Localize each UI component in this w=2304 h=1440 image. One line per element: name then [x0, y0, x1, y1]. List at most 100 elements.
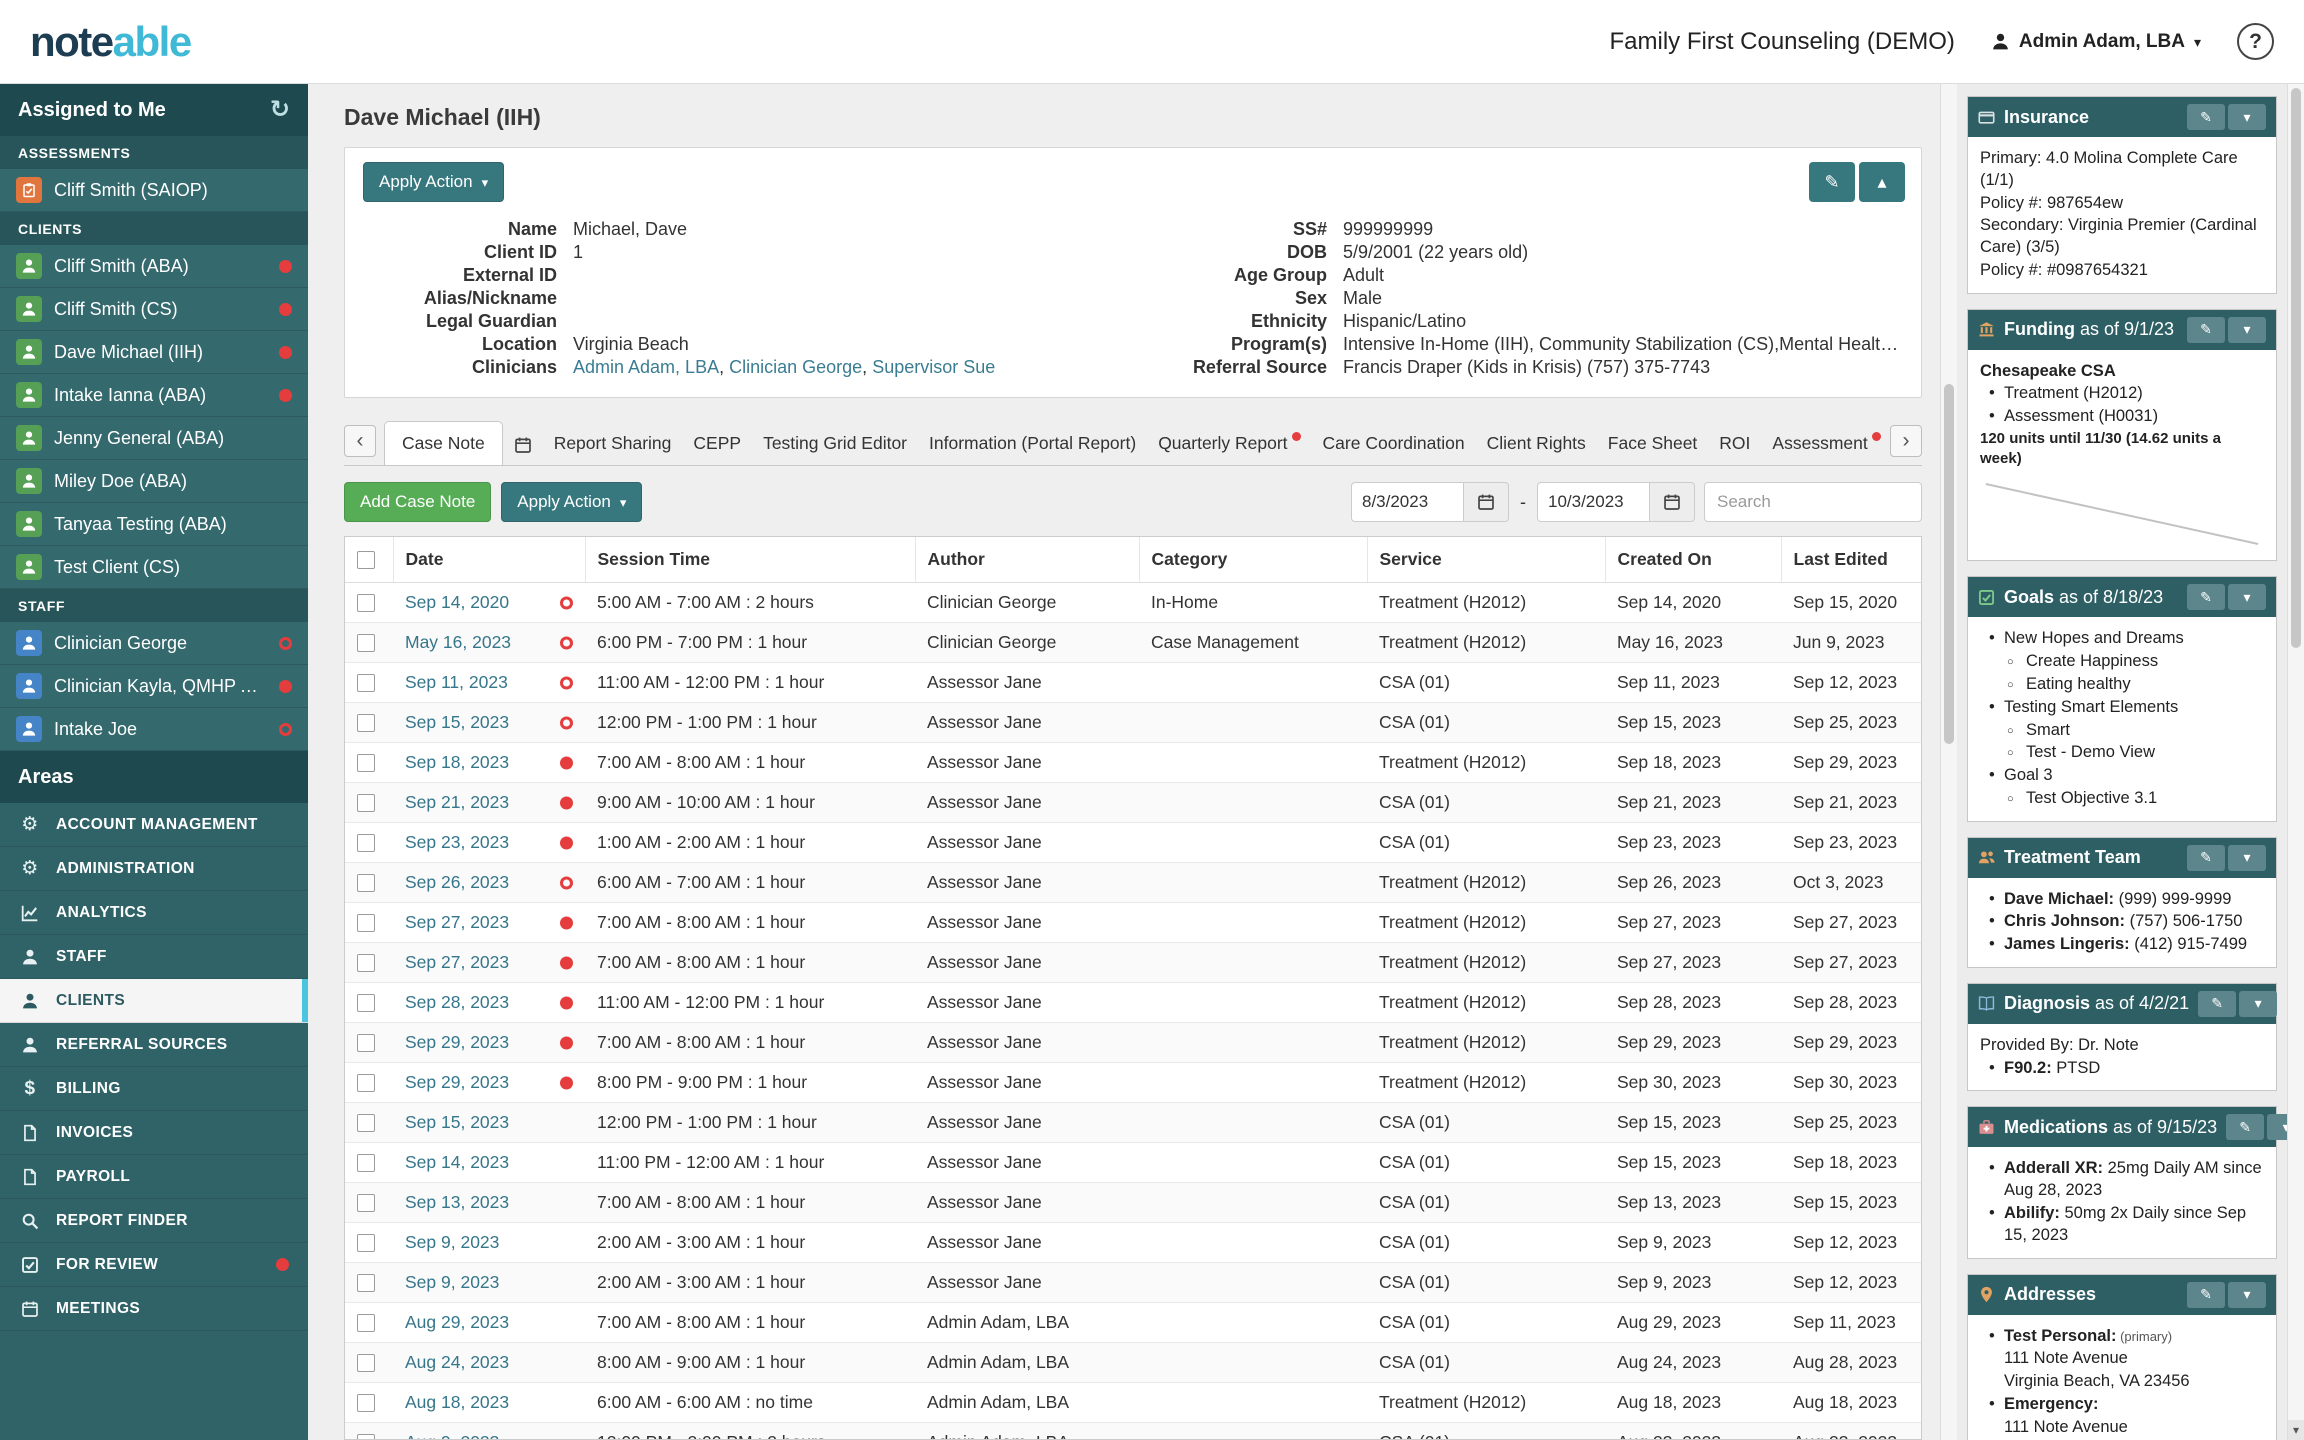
case-note-date-link[interactable]: Sep 28, 2023 [405, 992, 509, 1012]
case-note-date-link[interactable]: Sep 9, 2023 [405, 1232, 499, 1252]
tab-assessment[interactable]: Assessment [1761, 422, 1884, 465]
case-note-date-link[interactable]: Sep 11, 2023 [405, 672, 508, 692]
tab-quarterly-report[interactable]: Quarterly Report [1147, 422, 1311, 465]
table-row[interactable]: Sep 28, 202311:00 AM - 12:00 PM : 1 hour… [345, 983, 1921, 1023]
edit-button[interactable]: ✎ [2187, 1282, 2225, 1308]
apply-action-button[interactable]: Apply Action ▾ [363, 162, 504, 202]
clinician-link[interactable]: Supervisor Sue [872, 357, 995, 377]
table-row[interactable]: Sep 26, 20236:00 AM - 7:00 AM : 1 hourAs… [345, 863, 1921, 903]
tab-roi[interactable]: ROI [1708, 422, 1761, 465]
row-checkbox[interactable] [357, 634, 375, 652]
clinician-link[interactable]: Clinician George [729, 357, 862, 377]
edit-button[interactable]: ✎ [2187, 845, 2225, 871]
date-from-input[interactable] [1351, 482, 1463, 522]
case-note-date-link[interactable]: Sep 23, 2023 [405, 832, 509, 852]
panel-header-goals[interactable]: Goals as of 8/18/23✎▾ [1968, 577, 2276, 617]
sidebar-area-payroll[interactable]: PAYROLL [0, 1155, 308, 1199]
case-note-date-link[interactable]: Aug 18, 2023 [405, 1392, 509, 1412]
row-checkbox[interactable] [357, 994, 375, 1012]
sidebar-area-meetings[interactable]: MEETINGS [0, 1287, 308, 1331]
right-scrollbar[interactable]: ▾ [2287, 84, 2304, 1440]
case-note-date-link[interactable]: Sep 29, 2023 [405, 1032, 509, 1052]
case-note-date-link[interactable]: Sep 26, 2023 [405, 872, 509, 892]
table-row[interactable]: Sep 27, 20237:00 AM - 8:00 AM : 1 hourAs… [345, 943, 1921, 983]
table-row[interactable]: Sep 13, 20237:00 AM - 8:00 AM : 1 hourAs… [345, 1183, 1921, 1223]
tab-calendar[interactable] [503, 425, 543, 465]
help-button[interactable]: ? [2237, 23, 2274, 60]
tab-face-sheet[interactable]: Face Sheet [1597, 422, 1709, 465]
sidebar-item-cliff-smith-cs[interactable]: Cliff Smith (CS) [0, 288, 308, 331]
table-row[interactable]: Sep 9, 20232:00 AM - 3:00 AM : 1 hourAss… [345, 1263, 1921, 1303]
case-note-date-link[interactable]: Aug 9, 2023 [405, 1432, 499, 1440]
row-checkbox[interactable] [357, 1074, 375, 1092]
row-checkbox[interactable] [357, 1154, 375, 1172]
table-row[interactable]: Aug 9, 202312:00 PM - 2:00 PM : 2 hoursA… [345, 1423, 1921, 1440]
table-row[interactable]: Sep 21, 20239:00 AM - 10:00 AM : 1 hourA… [345, 783, 1921, 823]
sidebar-area-invoices[interactable]: INVOICES [0, 1111, 308, 1155]
sidebar-item-clinician-george[interactable]: Clinician George [0, 622, 308, 665]
column-header-session-time[interactable]: Session Time [585, 537, 915, 583]
calendar-icon[interactable] [1463, 482, 1509, 522]
collapse-button[interactable]: ▾ [2228, 584, 2266, 610]
collapse-button[interactable]: ▾ [2267, 1114, 2287, 1140]
table-row[interactable]: Sep 11, 202311:00 AM - 12:00 PM : 1 hour… [345, 663, 1921, 703]
add-case-note-button[interactable]: Add Case Note [344, 482, 491, 522]
table-row[interactable]: May 16, 20236:00 PM - 7:00 PM : 1 hourCl… [345, 623, 1921, 663]
sidebar-item-clinician-kayla-qmhp-a-c[interactable]: Clinician Kayla, QMHP A/C [0, 665, 308, 708]
case-note-date-link[interactable]: Sep 21, 2023 [405, 792, 509, 812]
calendar-icon[interactable] [1649, 482, 1695, 522]
sidebar-area-report-finder[interactable]: REPORT FINDER [0, 1199, 308, 1243]
table-row[interactable]: Sep 14, 20205:00 AM - 7:00 AM : 2 hoursC… [345, 583, 1921, 623]
case-note-date-link[interactable]: Aug 24, 2023 [405, 1352, 509, 1372]
select-all-checkbox[interactable] [357, 551, 375, 569]
edit-button[interactable]: ✎ [2187, 317, 2225, 343]
case-note-date-link[interactable]: Sep 27, 2023 [405, 952, 509, 972]
clinician-link[interactable]: Admin Adam, LBA [573, 357, 719, 377]
search-input[interactable] [1704, 482, 1922, 522]
panel-header-insurance[interactable]: Insurance✎▾ [1968, 97, 2276, 137]
column-header-service[interactable]: Service [1367, 537, 1605, 583]
edit-button[interactable]: ✎ [2187, 104, 2225, 130]
main-scrollbar[interactable] [1940, 84, 1957, 1440]
row-checkbox[interactable] [357, 834, 375, 852]
table-row[interactable]: Sep 29, 20238:00 PM - 9:00 PM : 1 hourAs… [345, 1063, 1921, 1103]
case-note-date-link[interactable]: Sep 14, 2023 [405, 1152, 509, 1172]
row-checkbox[interactable] [357, 594, 375, 612]
row-checkbox[interactable] [357, 954, 375, 972]
case-note-date-link[interactable]: Sep 15, 2023 [405, 712, 509, 732]
column-header-author[interactable]: Author [915, 537, 1139, 583]
table-row[interactable]: Sep 27, 20237:00 AM - 8:00 AM : 1 hourAs… [345, 903, 1921, 943]
row-checkbox[interactable] [357, 1314, 375, 1332]
tab-scroll-left-button[interactable]: ‹ [344, 425, 376, 457]
tab-testing-grid-editor[interactable]: Testing Grid Editor [752, 422, 918, 465]
edit-client-button[interactable]: ✎ [1809, 162, 1855, 202]
row-checkbox[interactable] [357, 1274, 375, 1292]
column-header-category[interactable]: Category [1139, 537, 1367, 583]
column-header-created-on[interactable]: Created On [1605, 537, 1781, 583]
collapse-card-button[interactable]: ▴ [1859, 162, 1905, 202]
collapse-button[interactable]: ▾ [2228, 845, 2266, 871]
case-note-date-link[interactable]: Sep 9, 2023 [405, 1272, 499, 1292]
sidebar-item-intake-ianna-aba[interactable]: Intake Ianna (ABA) [0, 374, 308, 417]
row-checkbox[interactable] [357, 754, 375, 772]
sidebar-item-dave-michael-iih[interactable]: Dave Michael (IIH) [0, 331, 308, 374]
sidebar-item-jenny-general-aba[interactable]: Jenny General (ABA) [0, 417, 308, 460]
case-note-date-link[interactable]: Sep 18, 2023 [405, 752, 509, 772]
scroll-down-button[interactable]: ▾ [2288, 1420, 2304, 1440]
tab-scroll-right-button[interactable]: › [1890, 425, 1922, 457]
apply-action-button[interactable]: Apply Action ▾ [501, 482, 642, 522]
edit-button[interactable]: ✎ [2187, 584, 2225, 610]
collapse-button[interactable]: ▾ [2228, 1282, 2266, 1308]
table-row[interactable]: Aug 29, 20237:00 AM - 8:00 AM : 1 hourAd… [345, 1303, 1921, 1343]
tab-client-rights[interactable]: Client Rights [1476, 422, 1597, 465]
tab-report-sharing[interactable]: Report Sharing [543, 422, 683, 465]
row-checkbox[interactable] [357, 1434, 375, 1440]
sidebar-item-intake-joe[interactable]: Intake Joe [0, 708, 308, 751]
sidebar-area-analytics[interactable]: ANALYTICS [0, 891, 308, 935]
panel-header-diagnosis[interactable]: Diagnosis as of 4/2/21✎▾ [1968, 984, 2276, 1024]
row-checkbox[interactable] [357, 914, 375, 932]
sidebar-area-clients[interactable]: CLIENTS [0, 979, 308, 1023]
sidebar-item-miley-doe-aba[interactable]: Miley Doe (ABA) [0, 460, 308, 503]
table-row[interactable]: Aug 24, 20238:00 AM - 9:00 AM : 1 hourAd… [345, 1343, 1921, 1383]
case-note-date-link[interactable]: Sep 27, 2023 [405, 912, 509, 932]
